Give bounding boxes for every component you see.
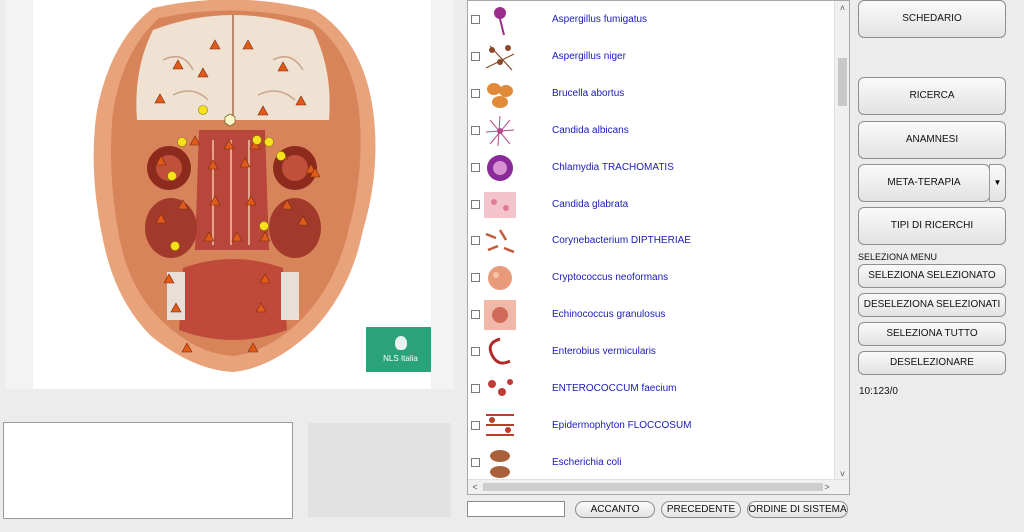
organism-checkbox[interactable] xyxy=(471,273,480,282)
horizontal-scroll-thumb[interactable] xyxy=(483,483,823,491)
image-viewer: NLS Italia xyxy=(5,0,454,389)
organism-name[interactable]: Enterobius vermicularis xyxy=(552,346,656,357)
organism-name[interactable]: Brucella abortus xyxy=(552,88,624,99)
nls-italia-logo: NLS Italia xyxy=(366,327,431,372)
organism-name[interactable]: Cryptococcus neoformans xyxy=(552,272,668,283)
candida-glabrata-icon xyxy=(482,188,518,222)
aspergillus-niger-icon xyxy=(482,40,518,74)
organism-checkbox[interactable] xyxy=(471,200,480,209)
ricerca-button[interactable]: RICERCA xyxy=(858,77,1006,115)
organism-list-item[interactable]: Aspergillus niger xyxy=(468,38,836,75)
echinococcus-granulosus-icon xyxy=(482,298,518,332)
head-cross-section-image[interactable]: NLS Italia xyxy=(33,0,431,389)
organism-list-item[interactable]: Cryptococcus neoformans xyxy=(468,259,836,296)
organism-list-item[interactable]: Candida glabrata xyxy=(468,186,836,223)
organism-checkbox[interactable] xyxy=(471,89,480,98)
organism-checkbox[interactable] xyxy=(471,126,480,135)
organism-name[interactable]: Echinococcus granulosus xyxy=(552,309,665,320)
organism-name[interactable]: Corynebacterium DIPTHERIAE xyxy=(552,235,691,246)
organism-list[interactable]: Aspergillus fumigatus Aspergillus niger Br… xyxy=(467,0,850,495)
candida-albicans-icon xyxy=(482,114,518,148)
organism-name[interactable]: Aspergillus niger xyxy=(552,51,626,62)
organism-checkbox[interactable] xyxy=(471,15,480,24)
anamnesi-button[interactable]: ANAMNESI xyxy=(858,121,1006,159)
organism-name[interactable]: Chlamydia TRACHOMATIS xyxy=(552,162,674,173)
epidermophyton-floccosum-icon xyxy=(482,409,518,443)
organism-checkbox[interactable] xyxy=(471,310,480,319)
organism-list-item[interactable]: Chlamydia TRACHOMATIS xyxy=(468,149,836,186)
page-number-input[interactable] xyxy=(467,501,565,517)
organism-list-item[interactable]: Corynebacterium DIPTHERIAE xyxy=(468,222,836,259)
enterobius-vermicularis-icon xyxy=(482,335,518,369)
escherichia-coli-icon xyxy=(482,446,518,480)
next-button[interactable]: ACCANTO xyxy=(575,501,655,518)
organism-checkbox[interactable] xyxy=(471,421,480,430)
vertical-scrollbar[interactable]: ˄ ˅ xyxy=(834,1,849,481)
logo-mark-icon xyxy=(394,336,407,350)
organism-list-item[interactable]: ENTEROCOCCUM faecium xyxy=(468,370,836,407)
meta-terapia-button[interactable]: META-TERAPIA xyxy=(858,164,990,202)
organism-checkbox[interactable] xyxy=(471,458,480,467)
tipi-di-ricerchi-button[interactable]: TIPI DI RICERCHI xyxy=(858,207,1006,245)
enterococcum-faecium-icon xyxy=(482,372,518,406)
scroll-right-icon[interactable]: > xyxy=(820,480,834,494)
deselect-all-button[interactable]: DESELEZIONARE xyxy=(858,351,1006,375)
organism-checkbox[interactable] xyxy=(471,52,480,61)
system-order-button[interactable]: ORDINE DI SISTEMA xyxy=(747,501,848,518)
chlamydia-trachomatis-icon xyxy=(482,151,518,185)
select-menu-label: SELEZIONA MENU xyxy=(858,252,938,262)
schedario-button[interactable]: SCHEDARIO xyxy=(858,0,1006,38)
vertical-scroll-thumb[interactable] xyxy=(838,58,847,106)
organism-checkbox[interactable] xyxy=(471,163,480,172)
brucella-abortus-icon xyxy=(482,77,518,111)
organism-list-item[interactable]: Escherichia coli xyxy=(468,444,836,481)
horizontal-scrollbar[interactable]: < > xyxy=(468,479,849,494)
scroll-left-icon[interactable]: < xyxy=(468,480,482,494)
logo-text: NLS Italia xyxy=(383,354,418,363)
scroll-up-icon[interactable]: ˄ xyxy=(835,1,849,15)
select-selected-button[interactable]: SELEZIONA SELEZIONATO xyxy=(858,264,1006,288)
organism-name[interactable]: ENTEROCOCCUM faecium xyxy=(552,383,676,394)
organism-checkbox[interactable] xyxy=(471,384,480,393)
organism-checkbox[interactable] xyxy=(471,236,480,245)
corynebacterium-diptheriae-icon xyxy=(482,224,518,258)
previous-button[interactable]: PRECEDENTE xyxy=(661,501,741,518)
cryptococcus-neoformans-icon xyxy=(482,261,518,295)
organism-name[interactable]: Aspergillus fumigatus xyxy=(552,14,647,25)
organism-name[interactable]: Epidermophyton FLOCCOSUM xyxy=(552,420,692,431)
deselect-selected-button[interactable]: DESELEZIONA SELEZIONATI xyxy=(858,293,1006,317)
notes-textarea[interactable] xyxy=(3,422,293,519)
organism-list-item[interactable]: Epidermophyton FLOCCOSUM xyxy=(468,407,836,444)
meta-terapia-dropdown-icon[interactable]: ▼ xyxy=(989,164,1006,202)
organism-name[interactable]: Candida albicans xyxy=(552,125,629,136)
organism-list-item[interactable]: Aspergillus fumigatus xyxy=(468,1,836,38)
organism-list-item[interactable]: Enterobius vermicularis xyxy=(468,333,836,370)
organism-checkbox[interactable] xyxy=(471,347,480,356)
organism-list-item[interactable]: Candida albicans xyxy=(468,112,836,149)
aspergillus-fumigatus-icon xyxy=(482,3,518,37)
organism-list-item[interactable]: Echinococcus granulosus xyxy=(468,296,836,333)
organism-name[interactable]: Escherichia coli xyxy=(552,457,621,468)
preview-area xyxy=(308,423,451,517)
organism-name[interactable]: Candida glabrata xyxy=(552,199,628,210)
organism-list-item[interactable]: Brucella abortus xyxy=(468,75,836,112)
status-counter: 10:123/0 xyxy=(859,386,898,397)
select-all-button[interactable]: SELEZIONA TUTTO xyxy=(858,322,1006,346)
